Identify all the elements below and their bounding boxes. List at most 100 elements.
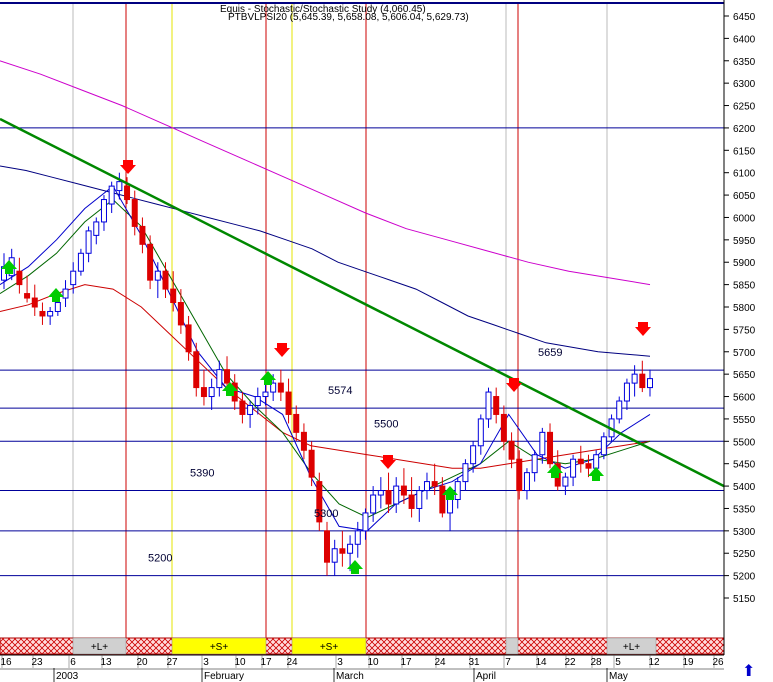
- x-tick-label: 22: [564, 657, 576, 668]
- y-tick-label: 5150: [733, 594, 756, 605]
- x-tick-label: 27: [166, 657, 178, 668]
- candle-body: [547, 431, 554, 465]
- x-tick-label: 20: [136, 657, 148, 668]
- candle-body: [108, 185, 115, 205]
- candle-body: [485, 391, 492, 420]
- candle-body: [385, 490, 392, 505]
- month-label: May: [609, 671, 628, 682]
- candle-body: [354, 530, 361, 545]
- x-tick-label: 12: [648, 657, 660, 668]
- x-tick-label: 23: [31, 657, 43, 668]
- x-tick-label: 7: [505, 657, 511, 668]
- y-tick-label: 6050: [733, 191, 756, 202]
- signal-segment-label: +L+: [623, 642, 640, 653]
- x-axis: 16 23 6 13 20 27 3 10 17 24 3 10 17 24 31 7 14 22 28 5 12 19 2…: [0, 654, 724, 682]
- candle-body: [124, 185, 131, 201]
- y-tick-label: 5900: [733, 258, 756, 269]
- candle-body: [616, 400, 623, 420]
- signal-segment-label: +S+: [320, 642, 339, 653]
- level-label: 5200: [148, 553, 172, 565]
- candle-body: [31, 297, 38, 308]
- candle-body: [470, 445, 477, 465]
- candle-body: [370, 494, 377, 514]
- candle-body: [408, 494, 415, 509]
- candle-body: [600, 436, 607, 456]
- signal-segment-label: +L+: [91, 642, 108, 653]
- candle-body: [416, 490, 423, 509]
- y-tick-label: 6400: [733, 34, 756, 45]
- candle-body: [170, 288, 177, 304]
- x-tick-label: 10: [234, 657, 246, 668]
- candle-body: [93, 221, 100, 236]
- y-tick-label: 6000: [733, 213, 756, 224]
- plot-area: [0, 0, 724, 638]
- candle-body: [516, 458, 523, 492]
- candle-body: [477, 418, 484, 447]
- candle-body: [447, 499, 454, 514]
- x-tick-label: 26: [712, 657, 724, 668]
- candle-body: [647, 378, 653, 389]
- candle-body: [100, 199, 107, 223]
- y-axis: 6450 6400 6350 6300 6250 6200 6150 6100 6050 6000…: [724, 12, 756, 605]
- x-tick-label: 3: [337, 657, 343, 668]
- candle-body: [423, 481, 430, 492]
- candle-body: [324, 530, 330, 563]
- level-label: 5300: [314, 508, 338, 520]
- y-tick-label: 5800: [733, 303, 756, 314]
- candle-body: [462, 463, 469, 483]
- x-tick-label: 16: [0, 657, 12, 668]
- y-tick-label: 5750: [733, 325, 756, 336]
- candle-body: [39, 310, 46, 317]
- level-label: 5390: [190, 468, 214, 480]
- candle-body: [308, 449, 315, 478]
- candle-body: [331, 548, 338, 563]
- month-label: March: [336, 671, 364, 682]
- y-tick-label: 6150: [733, 146, 756, 157]
- candle-body: [523, 472, 530, 492]
- x-tick-label: 19: [682, 657, 694, 668]
- y-tick-label: 6100: [733, 169, 756, 180]
- candle-body: [508, 440, 515, 460]
- candle-body: [593, 454, 600, 469]
- candle-body: [177, 302, 184, 326]
- candle-body: [239, 400, 246, 415]
- candle-body: [639, 373, 646, 389]
- y-tick-label: 6250: [733, 102, 756, 113]
- candle-body: [493, 396, 500, 415]
- candle-body: [562, 476, 569, 487]
- candle-body: [431, 481, 438, 487]
- candle-body: [439, 485, 446, 514]
- signal-bar: +L+ +S+ +S+ +L+: [0, 637, 725, 655]
- y-tick-label: 5700: [733, 348, 756, 359]
- y-tick-label: 6450: [733, 12, 756, 23]
- scroll-up-arrow[interactable]: ⬆: [742, 661, 755, 680]
- x-tick-label: 3: [203, 657, 209, 668]
- y-tick-label: 5450: [733, 460, 756, 471]
- candle-body: [200, 387, 207, 398]
- candle-body: [162, 270, 169, 290]
- x-tick-label: 6: [70, 657, 76, 668]
- candle-body: [585, 463, 592, 469]
- candle-body: [347, 543, 354, 554]
- month-label: April: [476, 671, 496, 682]
- level-label: 5574: [328, 385, 352, 397]
- x-tick-label: 31: [468, 657, 480, 668]
- y-tick-label: 5350: [733, 504, 756, 515]
- x-tick-label: 28: [590, 657, 602, 668]
- candle-body: [116, 181, 123, 192]
- candle-body: [185, 324, 192, 353]
- candle-body: [147, 243, 154, 281]
- candle-body: [393, 485, 400, 505]
- candle-body: [254, 396, 261, 406]
- x-tick-label: 10: [367, 657, 379, 668]
- y-tick-label: 5300: [733, 527, 756, 538]
- month-label: 2003: [56, 671, 79, 682]
- candle-body: [131, 199, 138, 227]
- candle-body: [277, 382, 284, 393]
- candle-body: [377, 490, 384, 496]
- signal-segment: [505, 637, 519, 655]
- candle-body: [54, 302, 61, 312]
- candle-body: [339, 548, 346, 554]
- y-tick-label: 6350: [733, 57, 756, 68]
- level-label: 5500: [374, 418, 398, 430]
